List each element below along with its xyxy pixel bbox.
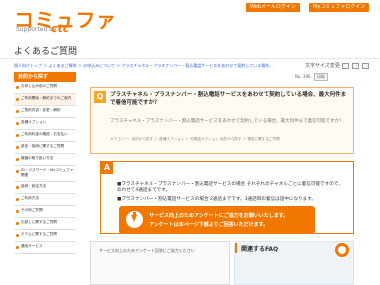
answer-badge: A [101,162,113,174]
title-divider [0,58,380,59]
site-header: コミュファ Supported by ctc Webメールログイン Myコミュフ… [0,0,380,42]
sidebar-item[interactable]: 引越しに関するご質問 [14,218,76,230]
bullet-icon [16,222,19,225]
sidebar-item-label: ご利用料金の確認・お支払い [21,132,68,136]
question-categories[interactable]: カテゴリー：目的から探す ＞ 各種オプション ＞ 光電話オプション 目的から探す… [110,137,310,142]
font-size-switcher: 文字サイズ変更 [305,62,369,69]
mycommufa-login-button[interactable]: Myコミュファログイン [309,3,370,12]
sidebar: 目的から探す お申し込み前のご質問 ご利用開始・解約までのご案内 ご契約内容・変… [14,72,76,254]
faq-number: No. 396 [295,74,311,79]
cta-line-2: アンケートは本ページ下部よりご回答いただけます。 [149,222,269,228]
sidebar-item-label: 引越しに関するご質問 [21,220,57,224]
survey-section: サービス向上のためアンケート回答にご協力ください [90,241,230,285]
bullet-icon [16,146,19,149]
breadcrumb[interactable]: 個人向けトップ ＞ よくあるご質問 ＞ お申込みについて ＞ プラスチャネル・プ… [14,63,273,69]
font-size-small-button[interactable] [342,62,350,69]
bullet-icon [16,110,19,113]
font-size-medium-button[interactable] [352,62,360,69]
bullet-icon [16,210,19,213]
sidebar-item-label: ご利用方法 [21,196,39,200]
related-faq-panel: 関連するFAQ [234,241,354,285]
bullet-icon [16,86,19,89]
question-body: プラスチャネル・プラスナンバー・割込電話サービスをあわせて契約している場合、最大… [110,119,344,124]
sidebar-item[interactable]: ご利用開始・解約までのご案内 [14,94,76,106]
print-button[interactable]: 印刷 [313,73,328,81]
sidebar-item-label: ご利用開始・解約までのご案内 [21,96,72,100]
survey-cta-button[interactable]: サービス向上のためアンケートにご協力をお願いいたします。 アンケートは本ページ下… [119,206,315,234]
sidebar-item[interactable]: その他ご質問 [14,206,76,218]
webmail-login-button[interactable]: Webメールログイン [246,3,300,12]
bullet-icon [16,122,19,125]
sidebar-item[interactable]: 通信サービス [14,242,76,254]
sidebar-item-label: 通信サービス [21,244,43,248]
sidebar-heading: 目的から探す [14,72,76,82]
sidebar-item[interactable]: 接続・設定方法 [14,182,76,194]
logo-ctc-brand: ctc [51,22,70,35]
answer-text-2: ■プラスナンバー・割込電話サービスの場合 2通話までです。3通話目の着信は話中に… [117,197,316,202]
font-size-large-button[interactable] [361,62,369,69]
sidebar-item-label: 機器の取り扱い方法 [21,156,54,160]
sidebar-item[interactable]: 機器の取り扱い方法 [14,154,76,166]
answer-box: A ■プラスチャネル・プラスナンバー・割込電話サービスの場合 それぞれのチャネル… [100,161,354,234]
bullet-icon [16,134,19,137]
down-arrow-head [131,215,137,222]
related-faq-title: 関連するFAQ [241,246,279,253]
sidebar-item-label: モデムに関するご質問 [21,232,57,236]
related-faq-header: 関連するFAQ [235,242,355,257]
sidebar-item-label: 接続・設定方法 [21,184,47,188]
bullet-icon [16,234,19,237]
mascot-icon [335,243,349,257]
font-size-label: 文字サイズ変更 [305,63,340,69]
sidebar-item-label: 設定・接続に関するご質問 [21,144,65,148]
bullet-icon [16,98,19,101]
bullet-icon [16,246,19,249]
sidebar-item-label: ID・パスワード・Myコミュファ関連 [21,168,74,177]
survey-text: サービス向上のためアンケート回答にご協力ください [99,248,195,253]
answer-text-1: ■プラスチャネル・プラスナンバー・割込電話サービスの場合 それぞれのチャネルごと… [117,182,343,193]
question-badge: Q [94,91,106,103]
mascot-face [338,246,346,254]
sidebar-item[interactable]: ご契約内容・変更・解約 [14,106,76,118]
cta-line-1: サービス向上のためアンケートにご協力をお願いいたします。 [149,213,289,219]
sidebar-item-label: その他ご質問 [21,208,43,212]
accent-bar [235,243,237,253]
bullet-icon [16,170,19,173]
sidebar-item[interactable]: ご利用方法 [14,194,76,206]
faq-meta: No. 396 印刷 [295,73,328,81]
sidebar-item-label: お申し込み前のご質問 [21,84,57,88]
sidebar-item[interactable]: 各種オプション [14,118,76,130]
question-title: プラスチャネル・プラスナンバー・割込電話サービスをあわせて契約している場合、最大… [110,92,347,106]
sidebar-item-label: ご契約内容・変更・解約 [21,108,61,112]
bullet-icon [16,158,19,161]
sidebar-item[interactable]: モデムに関するご質問 [14,230,76,242]
question-box: Q プラスチャネル・プラスナンバー・割込電話サービスをあわせて契約している場合、… [90,87,354,154]
page-title: よくあるご質問 [14,47,78,57]
sidebar-item[interactable]: ご利用料金の確認・お支払い [14,130,76,142]
sidebar-item[interactable]: 設定・接続に関するご質問 [14,142,76,154]
bullet-icon [16,198,19,201]
sidebar-item-label: 各種オプション [21,120,47,124]
sidebar-item[interactable]: お申し込み前のご質問 [14,82,76,94]
bullet-icon [16,186,19,189]
sidebar-item[interactable]: ID・パスワード・Myコミュファ関連 [14,166,76,182]
